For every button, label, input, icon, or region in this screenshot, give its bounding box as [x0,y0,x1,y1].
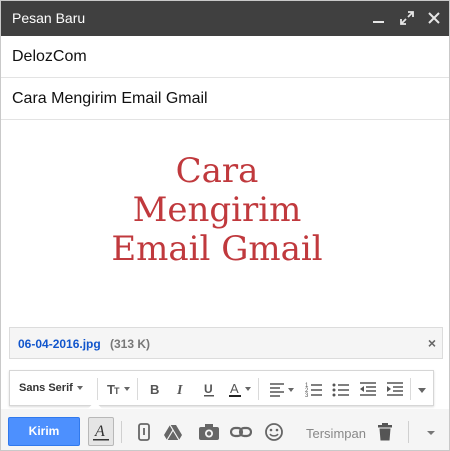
more-formatting-icon[interactable] [416,379,428,399]
body-line: Email Gmail [111,229,323,269]
indent-more-icon[interactable] [386,379,404,399]
attachment-chip[interactable]: 06-04-2016.jpg (313 K) × [9,327,443,359]
divider [97,378,98,400]
body-line: Cara [175,151,259,191]
svg-text:A: A [94,423,105,440]
text-size-icon[interactable]: TT [106,379,132,399]
svg-text:I: I [176,383,183,398]
numbered-list-icon[interactable]: 123 [305,379,323,399]
underline-icon[interactable]: U [201,379,217,399]
compose-footer: Kirim A Tersimpan [1,409,449,450]
remove-attachment-icon[interactable]: × [428,336,436,350]
body-line: Mengirim [132,190,302,230]
svg-text:3: 3 [305,393,309,399]
to-field [1,36,449,78]
to-input[interactable] [12,47,432,67]
divider [121,421,122,443]
more-options-icon[interactable] [424,422,444,442]
formatting-toggle-icon[interactable]: A [88,417,114,446]
divider [408,421,409,443]
subject-input[interactable] [12,89,432,109]
photo-icon[interactable] [198,422,219,442]
close-icon[interactable] [426,10,442,26]
svg-text:U: U [204,382,213,396]
indent-less-icon[interactable] [359,379,377,399]
svg-text:T: T [114,386,120,396]
align-icon[interactable] [268,379,296,399]
attachment-name[interactable]: 06-04-2016.jpg [18,337,101,351]
formatting-toolbar: Sans Serif TT B I U A 123 [9,370,434,406]
expand-icon[interactable] [399,10,415,26]
divider [258,378,259,400]
text-color-icon[interactable]: A [228,379,254,399]
bulleted-list-icon[interactable] [332,379,350,399]
send-button[interactable]: Kirim [8,417,80,446]
message-body[interactable]: Cara Mengirim Email Gmail [1,120,449,320]
svg-text:B: B [150,382,159,397]
attach-icon[interactable] [134,422,154,442]
chevron-down-icon [76,386,83,391]
svg-text:A: A [230,381,239,396]
font-select-label: Sans Serif [19,382,73,394]
trash-icon[interactable] [375,422,395,442]
drive-icon[interactable] [163,422,183,442]
saved-status: Tersimpan [306,426,366,441]
emoji-icon[interactable] [264,422,284,442]
italic-icon[interactable]: I [174,379,190,399]
divider [410,378,411,400]
link-icon[interactable] [229,422,253,442]
attachment-size: (313 K) [110,337,151,351]
window-title: Pesan Baru [12,10,86,26]
subject-field [1,78,449,120]
divider [137,378,138,400]
title-bar: Pesan Baru [1,1,449,36]
minimize-icon[interactable] [371,10,387,26]
bold-icon[interactable]: B [147,379,163,399]
compose-window: Pesan Baru Cara Mengirim Email Gmail 06-… [0,0,450,451]
font-select[interactable]: Sans Serif [19,382,83,402]
body-headline: Cara Mengirim Email Gmail [1,152,433,269]
